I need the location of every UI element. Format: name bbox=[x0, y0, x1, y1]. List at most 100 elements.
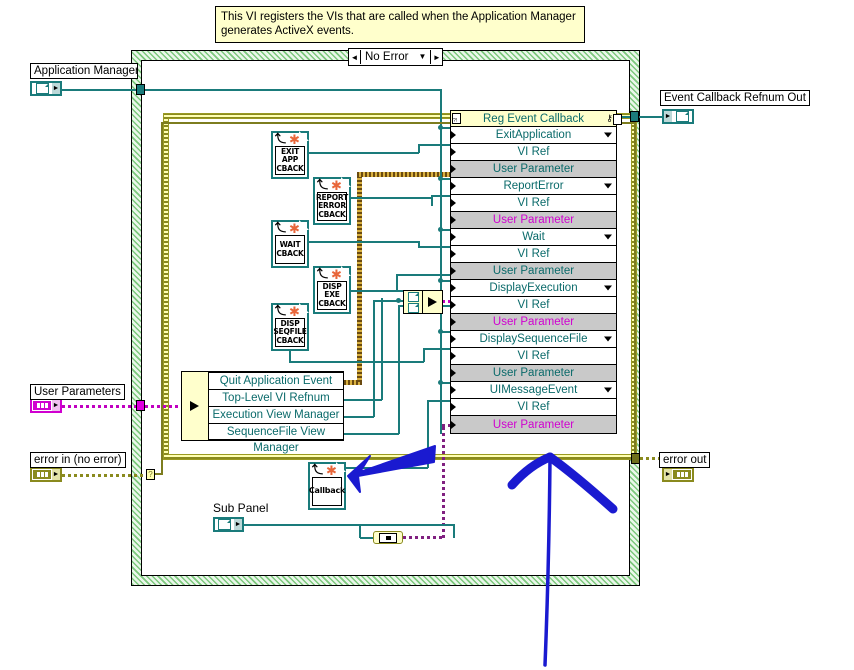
wire-reporterror-cback-h2 bbox=[431, 195, 452, 197]
reg-event-callback-row-4[interactable]: VI Ref bbox=[451, 195, 616, 212]
reg-event-callback-row-15[interactable]: UIMessageEvent bbox=[451, 382, 616, 399]
reg-event-callback-row-8[interactable]: User Parameter bbox=[451, 263, 616, 280]
reg-event-callback-row-0[interactable]: ExitApplication bbox=[451, 127, 616, 144]
reg-event-callback-row-2[interactable]: User Parameter bbox=[451, 161, 616, 178]
row-input-terminal[interactable] bbox=[451, 165, 456, 173]
row-input-terminal[interactable] bbox=[451, 182, 456, 190]
error-cluster-glyph-icon bbox=[672, 469, 692, 480]
subvi-disp-seqfile-cback[interactable]: ⤴ ✱ DISP SEQFILE CBACK bbox=[271, 303, 309, 351]
chevron-down-icon[interactable] bbox=[604, 132, 612, 138]
row-input-terminal[interactable] bbox=[451, 250, 456, 258]
reg-event-callback-row-11[interactable]: User Parameter bbox=[451, 314, 616, 331]
wire-wait-cback-h bbox=[307, 241, 419, 243]
row-label: User Parameter bbox=[492, 265, 575, 277]
reg-event-callback-row-12[interactable]: DisplaySequenceFile bbox=[451, 331, 616, 348]
reg-event-callback-node[interactable]: Reg Event Callback ⚷ ExitApplication VI R… bbox=[450, 110, 622, 434]
row-input-terminal[interactable] bbox=[451, 284, 456, 292]
row-input-terminal[interactable] bbox=[451, 318, 456, 326]
terminal-arrow-icon: ► bbox=[52, 83, 60, 94]
reg-event-callback-row-7[interactable]: VI Ref bbox=[451, 246, 616, 263]
error-in-label: error in (no error) bbox=[30, 452, 126, 468]
tunnel-app-manager bbox=[136, 84, 145, 95]
callback-arrow-icon: ⤴ bbox=[275, 305, 286, 317]
wire-dispseq-cback-v2 bbox=[423, 348, 425, 362]
row-label: User Parameter bbox=[492, 316, 575, 328]
reg-event-callback-row-17[interactable]: User Parameter bbox=[451, 416, 616, 433]
terminal-arrow-icon: ► bbox=[664, 469, 672, 480]
subvi-label: DISP EXE CBACK bbox=[317, 281, 347, 310]
row-input-terminal[interactable] bbox=[451, 420, 456, 429]
reg-event-callback-row-10[interactable]: VI Ref bbox=[451, 297, 616, 314]
row-input-terminal[interactable] bbox=[451, 301, 456, 309]
reg-event-callback-rows: ExitApplication VI Ref User Parameter Repor… bbox=[451, 127, 616, 433]
row-input-terminal[interactable] bbox=[451, 216, 456, 224]
user-parameters-bundle-node[interactable]: Quit Application Event Top-Level VI Refnu… bbox=[181, 371, 344, 454]
user-parameter-item-1[interactable]: Top-Level VI Refnum bbox=[208, 389, 343, 406]
folded-corner-icon bbox=[299, 303, 309, 313]
error-in-terminal[interactable]: ► bbox=[30, 467, 62, 482]
chevron-down-icon[interactable] bbox=[604, 285, 612, 291]
wire-junction-2 bbox=[438, 176, 443, 181]
wire-toplevel-refnum-v bbox=[381, 298, 383, 400]
subvi-report-error-cback[interactable]: ⤴ ✱ REPORT ERROR CBACK bbox=[313, 177, 351, 225]
user-parameters-terminal[interactable]: ► bbox=[30, 398, 62, 413]
row-input-terminal[interactable] bbox=[451, 369, 456, 377]
row-input-terminal[interactable] bbox=[451, 148, 456, 156]
reg-event-callback-output-terminal[interactable] bbox=[613, 114, 622, 125]
reg-event-callback-row-5[interactable]: User Parameter bbox=[451, 212, 616, 229]
error-cluster-glyph-icon bbox=[32, 469, 52, 480]
folded-corner-icon bbox=[336, 462, 346, 472]
case-selector[interactable]: ◄ No Error ▼ ► bbox=[348, 48, 444, 66]
chevron-down-icon[interactable] bbox=[604, 336, 612, 342]
row-input-terminal[interactable] bbox=[451, 335, 456, 343]
reg-event-callback-row-6[interactable]: Wait bbox=[451, 229, 616, 246]
subvi-label: DISP SEQFILE CBACK bbox=[273, 318, 307, 347]
row-label: VI Ref bbox=[517, 401, 550, 413]
row-input-terminal[interactable] bbox=[451, 386, 456, 394]
subvi-wait-cback[interactable]: ⤴ ✱ WAIT CBACK bbox=[271, 220, 309, 268]
subvi-label: Callback bbox=[309, 477, 345, 506]
subvi-callback-vi[interactable]: ⤴ ✱ Callback bbox=[308, 462, 346, 510]
reg-event-callback-row-16[interactable]: VI Ref bbox=[451, 399, 616, 416]
wire-execview-h bbox=[344, 416, 374, 418]
reg-event-callback-row-3[interactable]: ReportError bbox=[451, 178, 616, 195]
user-parameter-item-2[interactable]: Execution View Manager bbox=[208, 406, 343, 423]
subvi-exit-app-cback[interactable]: ⤴ ✱ EXIT APP CBACK bbox=[271, 131, 309, 179]
subvi-disp-exe-cback[interactable]: ⤴ ✱ DISP EXE CBACK bbox=[313, 266, 351, 314]
row-input-terminal[interactable] bbox=[451, 199, 456, 207]
reg-event-callback-row-1[interactable]: VI Ref bbox=[451, 144, 616, 161]
wire-execview-v bbox=[373, 300, 375, 417]
chevron-down-icon[interactable] bbox=[604, 234, 612, 240]
wire-dispexe-cback-h2 bbox=[396, 274, 452, 276]
chevron-down-icon[interactable] bbox=[604, 387, 612, 393]
user-parameter-item-3[interactable]: SequenceFile View Manager bbox=[208, 423, 343, 454]
chevron-down-icon[interactable] bbox=[604, 183, 612, 189]
case-prev-button[interactable]: ◄ bbox=[349, 50, 360, 64]
row-input-terminal[interactable] bbox=[451, 352, 456, 360]
wire-app-manager-trunk bbox=[440, 119, 442, 434]
row-input-terminal[interactable] bbox=[451, 233, 456, 241]
sub-panel-terminal[interactable]: ► bbox=[213, 517, 244, 532]
row-input-terminal[interactable] bbox=[451, 267, 456, 275]
case-next-button[interactable]: ► bbox=[431, 50, 443, 64]
bundle-input-terminal[interactable] bbox=[182, 372, 208, 440]
wire-error-v-left bbox=[161, 122, 163, 475]
callback-arrow-icon: ⤴ bbox=[317, 179, 328, 191]
wire-toplevel-refnum-h bbox=[344, 399, 382, 401]
subpanel-property-node[interactable] bbox=[373, 531, 403, 544]
row-label: ExitApplication bbox=[495, 129, 572, 141]
wire-callback-h2 bbox=[427, 400, 452, 402]
user-parameter-item-0[interactable]: Quit Application Event bbox=[208, 372, 343, 389]
chevron-down-icon[interactable]: ▼ bbox=[418, 50, 426, 64]
reg-event-callback-row-9[interactable]: DisplayExecution bbox=[451, 280, 616, 297]
error-out-terminal[interactable]: ► bbox=[662, 467, 694, 482]
reg-event-callback-row-13[interactable]: VI Ref bbox=[451, 348, 616, 365]
row-input-terminal[interactable] bbox=[451, 403, 456, 411]
application-manager-terminal[interactable]: ► bbox=[30, 81, 62, 96]
event-callback-refnum-out-terminal[interactable]: ► bbox=[662, 109, 694, 124]
row-label: DisplaySequenceFile bbox=[479, 333, 588, 345]
bundle-cluster-node[interactable] bbox=[403, 290, 443, 314]
row-input-terminal[interactable] bbox=[451, 131, 456, 139]
subvi-header: ⤴ ✱ bbox=[315, 177, 351, 192]
reg-event-callback-row-14[interactable]: User Parameter bbox=[451, 365, 616, 382]
